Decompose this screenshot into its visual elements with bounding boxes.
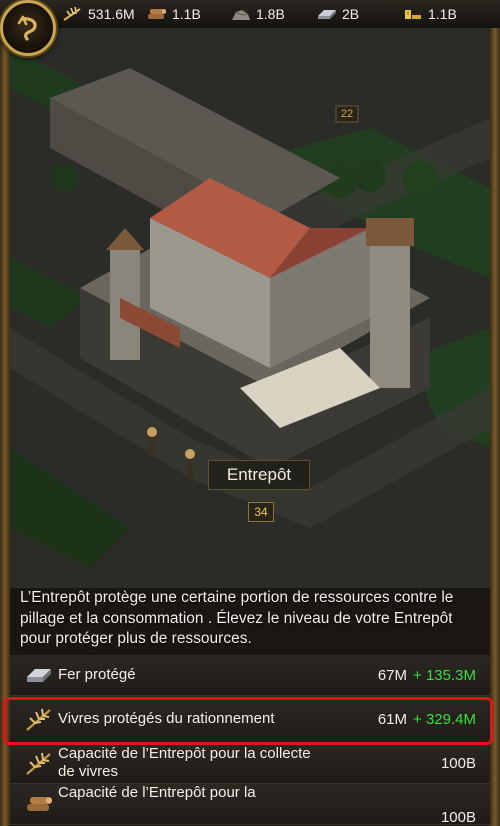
stat-label: Capacité de l’Entrepôt pour la: [58, 784, 256, 801]
food-wheat-icon: [26, 708, 51, 731]
stat-value: 61M + 329.4M: [377, 710, 476, 728]
stone-icon: [232, 10, 250, 20]
resource-stone[interactable]: 1.8B: [230, 4, 285, 24]
wood-logs-icon: [148, 9, 166, 19]
stat-value: 100B: [440, 809, 476, 826]
plot-number-sign: 22: [340, 108, 354, 120]
stats-list: Fer protégé 67M + 135.3M Vivres protégés …: [10, 655, 490, 826]
building-level-tag: 34: [248, 502, 274, 522]
stat-bonus: + 329.4M: [413, 710, 476, 728]
resource-wood[interactable]: 1.1B: [146, 4, 201, 24]
frame-right-border: [490, 28, 500, 826]
stat-row-protected-iron: Fer protégé 67M + 135.3M: [10, 655, 490, 696]
iron-ingot-icon: [27, 669, 51, 682]
building-name-label: Entrepôt: [208, 460, 310, 490]
stat-label: Vivres protégés du rationnement: [58, 710, 275, 727]
stat-row-wood-collection-capacity: Capacité de l’Entrepôt pour la 100B: [10, 784, 490, 826]
resource-food[interactable]: 531.6M: [62, 4, 135, 24]
food-wheat-icon: [63, 6, 81, 21]
stat-row-food-collection-capacity: Capacité de l’Entrepôt pour la collecte …: [10, 743, 490, 784]
stat-bonus: + 135.3M: [413, 666, 476, 684]
stat-label: Capacité de l’Entrepôt pour la collecte …: [58, 745, 311, 780]
back-arrow-icon: [17, 15, 37, 41]
stat-label: Fer protégé: [58, 666, 136, 683]
stat-value: 67M + 135.3M: [377, 666, 476, 684]
silver-icon: [405, 10, 421, 19]
frame-left-border: [0, 28, 10, 826]
resource-iron[interactable]: 2B: [316, 4, 359, 24]
warehouse-scene: 22 Entrepôt 34: [10, 28, 490, 588]
iron-ingot-icon: [318, 10, 336, 19]
resource-silver[interactable]: 1.1B: [402, 4, 457, 24]
resource-bar: 531.6M 1.1B 1.8B 2B 1.1B: [0, 0, 500, 29]
building-description: L’Entrepôt protège une certaine portion …: [20, 589, 454, 647]
stat-value: 100B: [440, 754, 476, 772]
wood-logs-icon: [27, 797, 52, 811]
stat-row-protected-food: Vivres protégés du rationnement 61M + 329…: [10, 696, 490, 743]
back-button[interactable]: [0, 0, 56, 56]
food-wheat-icon: [26, 752, 51, 775]
